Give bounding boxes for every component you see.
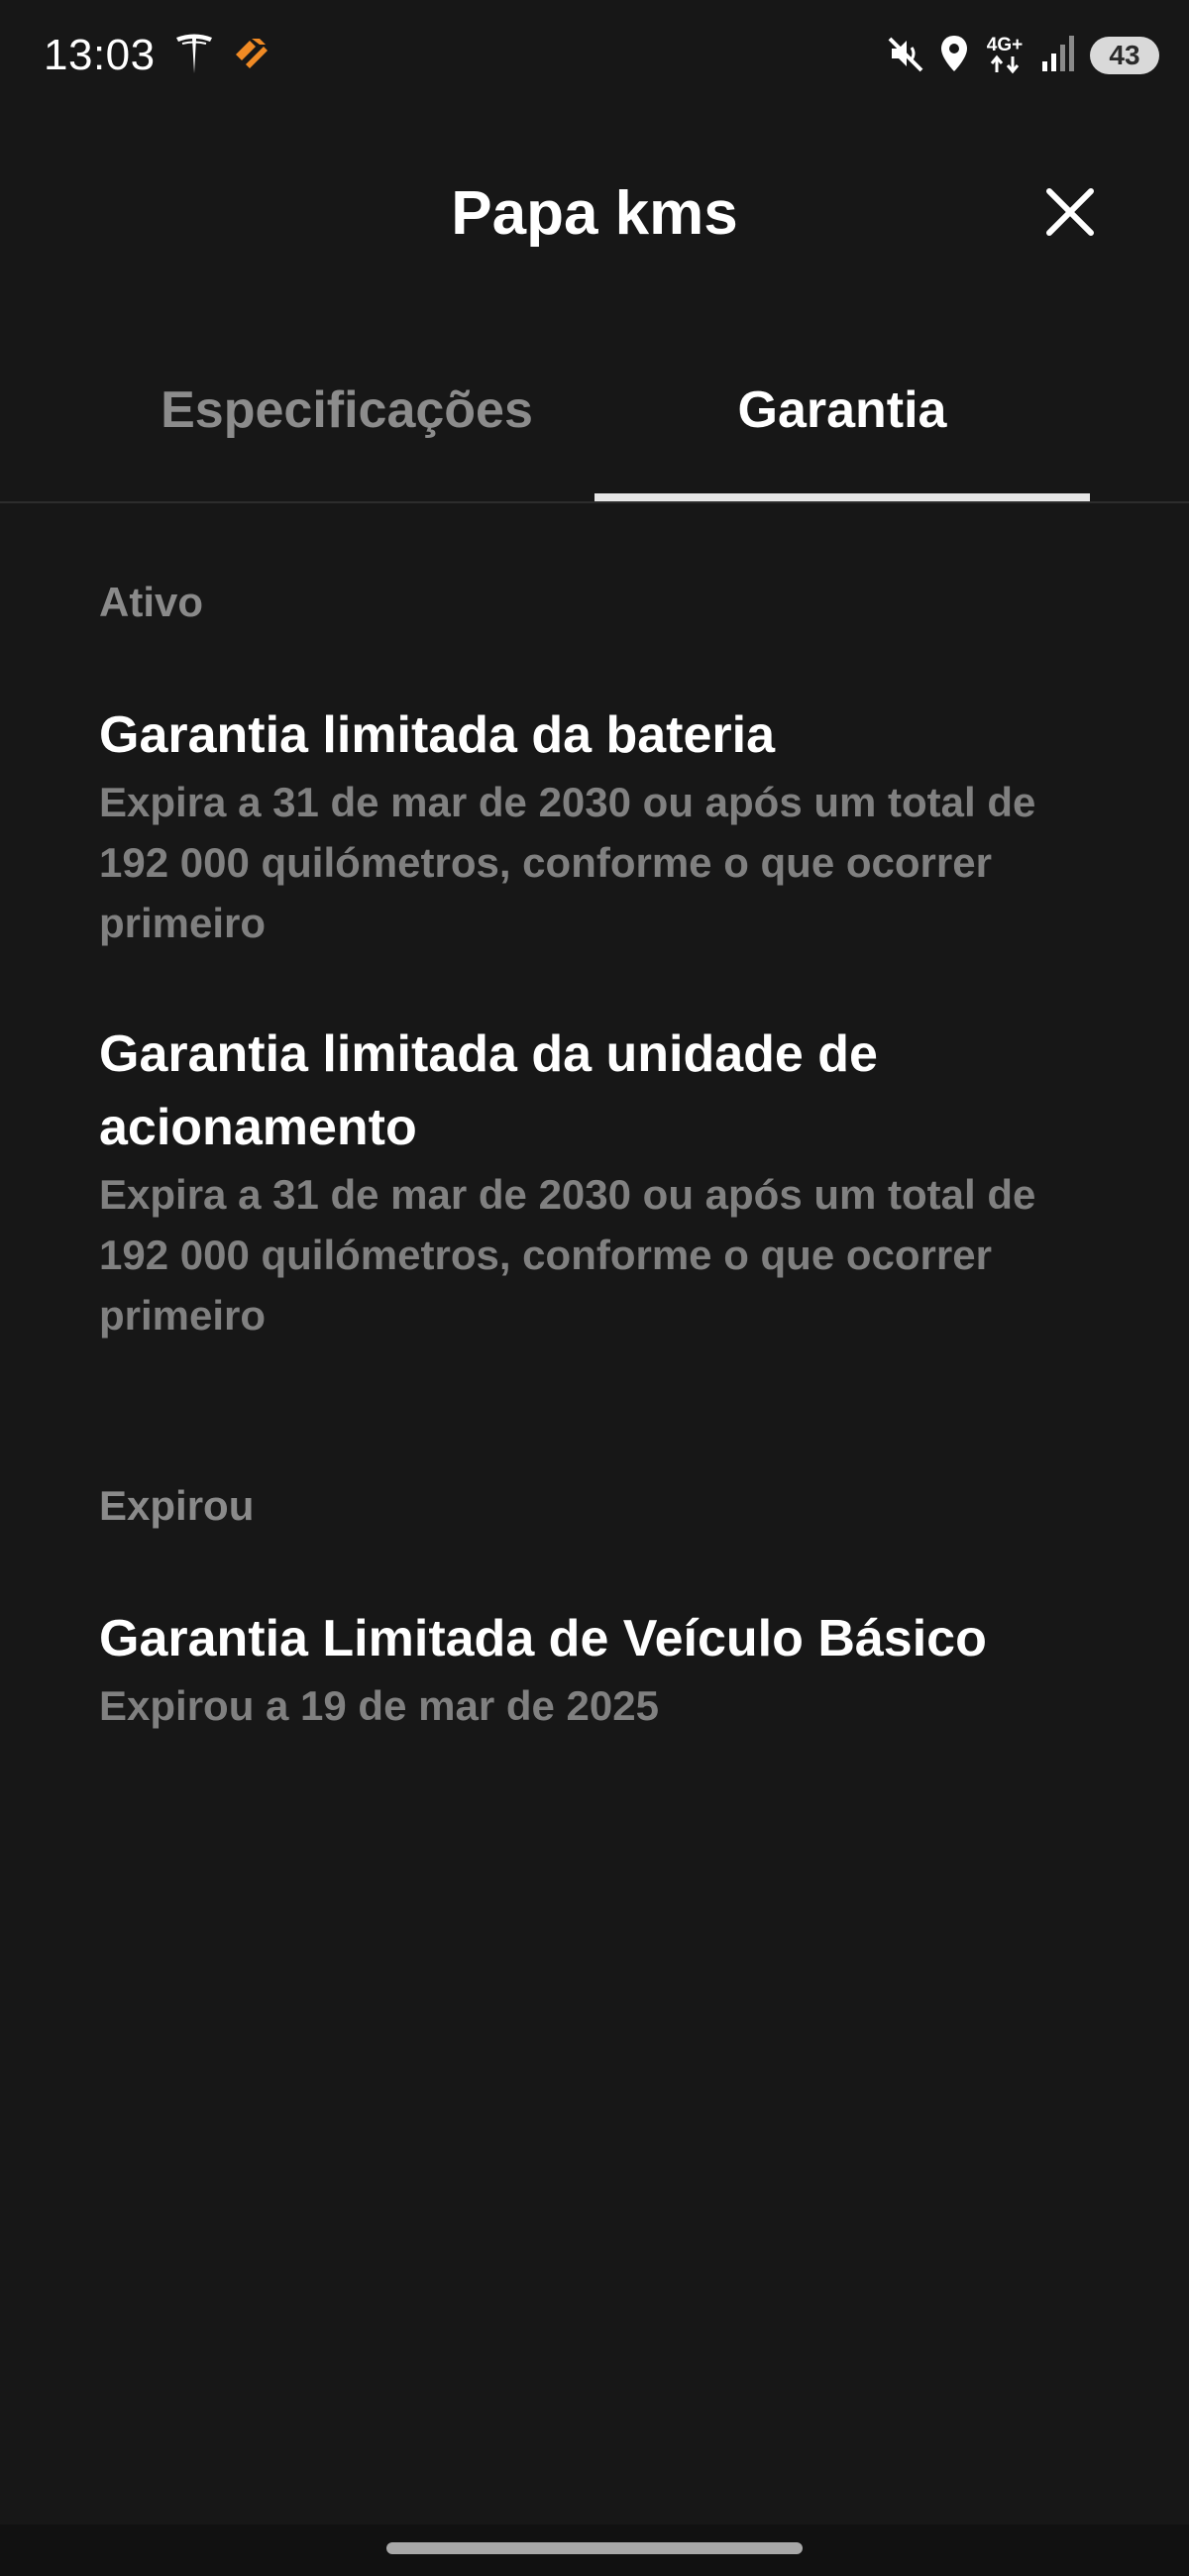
location-icon bbox=[939, 34, 969, 78]
network-4g-icon: 4G+ bbox=[983, 35, 1027, 74]
close-button[interactable] bbox=[1030, 174, 1110, 254]
section-title-expired: Expirou bbox=[99, 1482, 255, 1529]
app-notification-icon bbox=[230, 33, 271, 79]
close-icon bbox=[1045, 187, 1095, 242]
tab-warranty-label: Garantia bbox=[737, 381, 947, 439]
status-left-icons bbox=[174, 30, 271, 81]
signal-icon bbox=[1040, 34, 1076, 78]
warranty-name: Garantia Limitada de Veículo Básico bbox=[99, 1610, 987, 1667]
status-right-icons: 4G+ 43 bbox=[886, 30, 1159, 81]
page-title: Papa kms bbox=[451, 179, 738, 248]
warranty-name: Garantia limitada da unidade de acioname… bbox=[99, 1025, 878, 1156]
battery-level: 43 bbox=[1109, 40, 1140, 70]
warranty-description: Expira a 31 de mar de 2030 ou após um to… bbox=[99, 779, 1036, 946]
tab-warranty[interactable]: Garantia bbox=[594, 357, 1090, 503]
active-tab-indicator bbox=[594, 493, 1090, 501]
warranty-item-drive-unit[interactable]: Garantia limitada da unidade de acioname… bbox=[99, 1018, 1090, 1345]
warranty-description: Expira a 31 de mar de 2030 ou após um to… bbox=[99, 1171, 1036, 1339]
tab-specifications[interactable]: Especificações bbox=[99, 357, 594, 503]
tabs-divider bbox=[0, 501, 1189, 503]
warranty-name: Garantia limitada da bateria bbox=[99, 706, 776, 764]
mute-icon bbox=[886, 34, 925, 78]
tab-bar: Especificações Garantia bbox=[0, 357, 1189, 503]
section-title-active: Ativo bbox=[99, 579, 203, 625]
warranty-description: Expirou a 19 de mar de 2025 bbox=[99, 1682, 659, 1729]
tesla-logo-icon bbox=[174, 32, 214, 80]
warranty-item-basic-vehicle[interactable]: Garantia Limitada de Veículo Básico Expi… bbox=[99, 1602, 1090, 1736]
warranty-item-battery[interactable]: Garantia limitada da bateria Expira a 31… bbox=[99, 698, 1090, 953]
network-label: 4G+ bbox=[986, 35, 1024, 55]
tab-specifications-label: Especificações bbox=[161, 381, 533, 439]
battery-icon: 43 bbox=[1090, 37, 1159, 74]
status-bar: 13:03 4G+ 43 bbox=[0, 0, 1189, 111]
status-time: 13:03 bbox=[44, 31, 156, 79]
home-indicator[interactable] bbox=[386, 2542, 803, 2554]
